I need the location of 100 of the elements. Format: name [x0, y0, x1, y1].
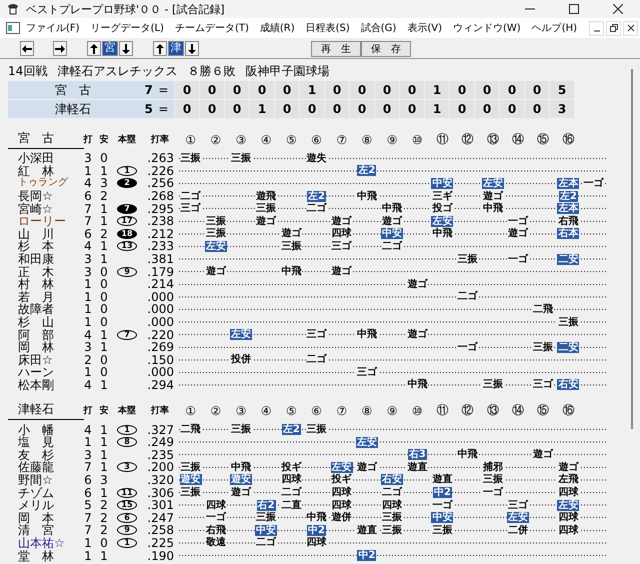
at-bat-result: 三振 — [280, 240, 302, 252]
up-arrow-button[interactable] — [87, 41, 101, 56]
right-arrow-button[interactable] — [53, 41, 67, 56]
at-bat-result: 遊直 — [356, 524, 378, 536]
player-name: 杉 山 — [18, 316, 55, 328]
at-bat-result: 中飛 — [406, 379, 428, 390]
at-bat-result: 三ゴ — [356, 366, 378, 378]
at-bat-result: 一ゴ — [507, 254, 530, 265]
batting-average: .247 — [146, 512, 175, 524]
inning-header: ⑦ — [335, 132, 348, 146]
at-bats: 1 — [83, 436, 93, 448]
hit-result: 左本 — [557, 203, 580, 214]
hits: 0 — [99, 536, 109, 549]
menu-item[interactable]: 試合(G) — [360, 21, 396, 35]
inning-score: 0 — [500, 81, 524, 99]
at-bats: 4 — [83, 177, 93, 190]
hit-result: 遊安 — [230, 474, 252, 486]
total-score: 5 — [143, 102, 153, 116]
at-bat-result: 四球 — [330, 228, 353, 240]
at-bat-result: 三ゴ — [330, 240, 353, 252]
toolbar-button[interactable]: 保 存 — [361, 40, 411, 56]
menu-item[interactable]: 日程表(S) — [306, 21, 350, 35]
player-name: 塩 見 — [18, 436, 55, 448]
at-bat-result: 左飛 — [557, 474, 580, 486]
down-arrow-button[interactable] — [185, 41, 199, 56]
team-name: 宮 古 — [54, 82, 92, 98]
at-bats: 5 — [83, 499, 93, 512]
batting-average: .327 — [146, 424, 175, 436]
menu-item[interactable]: 成績(R) — [260, 21, 295, 35]
inning-header: ① — [184, 404, 197, 418]
inning-score: 0 — [275, 100, 299, 118]
at-bat-result: 中飛 — [230, 462, 252, 473]
hit-result: 中2 — [432, 487, 452, 498]
menu-item[interactable]: リーグデータ(L) — [90, 21, 164, 35]
up-arrow-button[interactable] — [153, 41, 167, 56]
restore-icon — [610, 24, 618, 32]
inning-score: 0 — [225, 100, 249, 118]
column-header: 本塁 — [117, 133, 137, 146]
hits: 0 — [99, 303, 109, 316]
at-bat-result: 中飛 — [381, 203, 404, 214]
inning-header: ⑭ — [511, 131, 526, 148]
hits: 1 — [99, 424, 109, 436]
player-name: トゥラング — [18, 177, 69, 190]
inning-header: ⑫ — [460, 131, 475, 148]
batting-average: .306 — [146, 486, 175, 499]
down-arrow-button[interactable] — [119, 41, 133, 56]
home-run-badge: 9 — [117, 266, 137, 277]
at-bats: 1 — [83, 303, 93, 316]
menu-item[interactable]: ウィンドウ(W) — [453, 21, 521, 35]
player-name: 故障者 — [18, 303, 55, 316]
game-info-text: 津軽石アスレチックス — [57, 62, 178, 80]
inning-header: ⑯ — [561, 402, 576, 420]
inning-score: 1 — [425, 81, 449, 99]
minimize-button[interactable] — [589, 20, 604, 36]
at-bats: 3 — [83, 253, 93, 266]
scrollbar[interactable] — [631, 69, 633, 429]
inning-score: 0 — [250, 81, 274, 99]
at-bat-result: 中飛 — [356, 329, 378, 340]
inning-score: 0 — [175, 100, 199, 118]
at-bat-result: 遊ゴ — [381, 216, 404, 227]
at-bat-result: 二飛 — [180, 424, 202, 436]
menu-item[interactable]: ヘルプ(H) — [532, 21, 578, 35]
left-arrow-button[interactable] — [20, 41, 34, 56]
hit-result: 右3 — [408, 449, 427, 460]
player-name: 和田康 — [18, 253, 55, 266]
at-bat-result: 三振 — [255, 512, 278, 524]
toolbar-button[interactable]: 再 生 — [311, 40, 361, 56]
equals-sign: = — [157, 83, 170, 97]
restore-button[interactable] — [606, 20, 621, 36]
team-button[interactable]: 津 — [168, 41, 184, 56]
team-button[interactable]: 宮 — [102, 41, 118, 56]
inning-header: ⑩ — [410, 404, 424, 418]
equals-sign: = — [157, 102, 170, 116]
menu-item[interactable]: 表示(V) — [407, 21, 442, 35]
batting-average: .295 — [146, 202, 175, 215]
close-button[interactable] — [623, 20, 638, 36]
home-run-badge: 1 — [117, 424, 137, 435]
hit-result: 右安 — [381, 474, 404, 486]
at-bat-result: 遊ゴ — [356, 462, 378, 473]
player-name: 山本祐☆ — [18, 536, 66, 549]
hits: 1 — [99, 164, 109, 177]
left-arrow-icon — [22, 44, 32, 52]
at-bat-result: 遊ゴ — [204, 266, 227, 278]
up-arrow-icon — [156, 44, 164, 54]
at-bat-result: 一ゴ — [507, 216, 530, 227]
player-name: 松本剛 — [18, 378, 55, 391]
menu-item[interactable]: チームデータ(T) — [174, 21, 249, 35]
home-run-badge: 7 — [117, 330, 137, 340]
hits: 1 — [99, 215, 109, 228]
minimize-icon — [594, 30, 600, 32]
hit-result: 中安 — [431, 178, 454, 189]
at-bat-result: 三振 — [180, 462, 202, 473]
hit-result: 中安 — [431, 512, 454, 524]
at-bat-result: 投ギ — [280, 462, 302, 473]
inning-header: ⑦ — [335, 404, 348, 418]
inning-header: ⑬ — [486, 131, 500, 148]
at-bat-result: 中飛 — [306, 512, 328, 524]
at-bats: 4 — [83, 240, 93, 252]
menu-item[interactable]: ファイル(F) — [26, 21, 80, 35]
at-bat-result: 三振 — [381, 524, 404, 536]
